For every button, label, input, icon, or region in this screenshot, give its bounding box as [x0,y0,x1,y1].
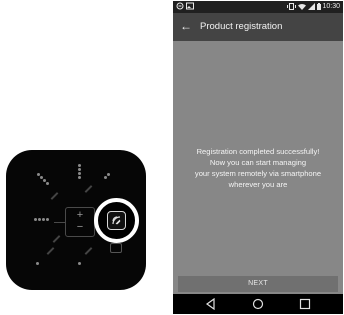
indicator-dot [78,172,81,175]
indicator-dot [46,218,49,221]
indicator-dot [38,218,41,221]
remote-signal-icon [112,216,121,225]
indicator-dash [84,247,93,255]
back-arrow-icon[interactable]: ← [180,19,192,33]
dial-minus-symbol: − [76,221,84,233]
indicator-dot [78,176,81,179]
message-line: wherever you are [228,180,288,189]
vibrate-icon [286,2,296,10]
signal-icon [307,2,315,10]
indicator-dash [46,247,55,255]
android-nav-bar [173,294,343,314]
next-button[interactable]: NEXT [178,276,338,292]
notification-icon [176,2,184,10]
indicator-dot [78,164,81,167]
image-icon [185,2,194,10]
indicator-dash [52,235,61,243]
indicator-dot [78,262,81,265]
home-circle-icon[interactable] [251,298,265,310]
app-bar: ← Product registration [173,13,343,41]
status-bar: 10:30 [173,1,343,13]
status-left-icons [176,1,194,13]
dial-connector-line [54,222,66,223]
status-right-icons: 10:30 [286,1,340,13]
indicator-dot [107,173,110,176]
message-line: Registration completed successfully! [196,147,320,156]
registration-success-message: Registration completed successfully! Now… [173,146,343,190]
wifi-icon [297,3,306,10]
battery-icon [316,2,321,10]
phone-screen: 10:30 ← Product registration Registratio… [173,1,343,314]
status-time: 10:30 [322,3,340,10]
message-line: your system remotely via smartphone [194,169,322,178]
status-indicator [110,243,122,253]
thermostat-device-illustration: + − [6,150,146,290]
temperature-dial: + − [54,207,104,237]
indicator-dot [36,262,39,265]
recents-square-icon[interactable] [298,298,312,310]
indicator-dot [34,218,37,221]
indicator-dot [42,218,45,221]
page-title: Product registration [200,21,283,32]
indicator-dot [46,182,49,185]
highlight-ring [94,198,139,243]
dial-plus-symbol: + [76,209,84,221]
remote-connection-button [107,211,126,230]
indicator-dot [78,168,81,171]
message-line: Now you can start managing [209,158,307,167]
indicator-dash [84,185,93,193]
indicator-dot [104,176,107,179]
indicator-dash [50,192,59,200]
back-triangle-icon[interactable] [204,298,218,310]
